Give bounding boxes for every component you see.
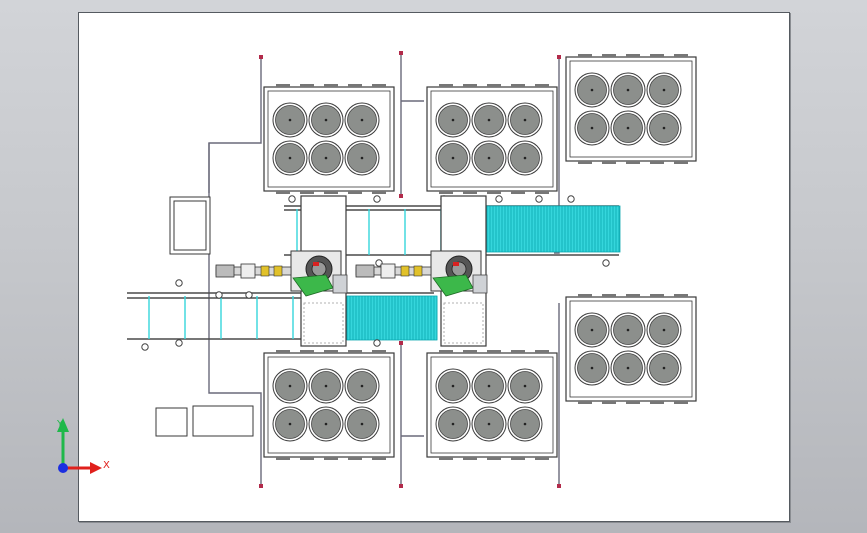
- z-axis-dot-icon: [58, 463, 68, 473]
- x-axis-label: X: [103, 460, 110, 471]
- triad-overlay: Y X: [56, 418, 110, 474]
- x-arrow-head-icon: [90, 462, 102, 474]
- x-axis: [63, 462, 102, 474]
- y-axis-label: Y: [56, 419, 64, 430]
